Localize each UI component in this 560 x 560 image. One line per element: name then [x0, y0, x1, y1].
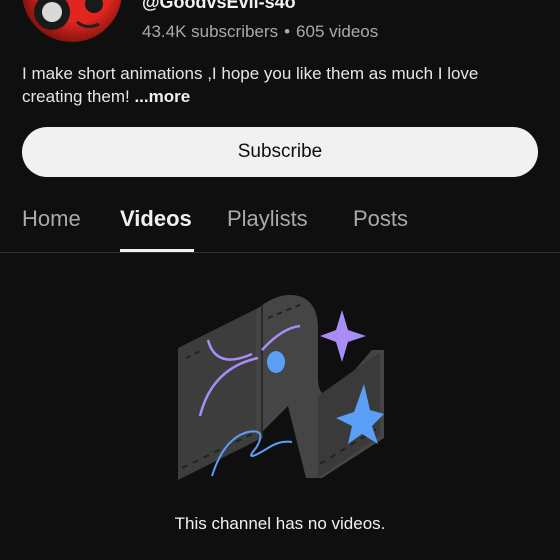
active-tab-indicator [120, 249, 194, 252]
empty-video-illustration [178, 294, 384, 480]
tab-playlists[interactable]: Playlists [227, 206, 308, 232]
channel-handle: @GoodvsEvil-s4o [142, 0, 296, 12]
channel-avatar[interactable] [22, 0, 122, 42]
subscriber-count: 43.4K subscribers [142, 22, 279, 41]
channel-tabs: Home Videos Playlists Posts [0, 196, 560, 253]
more-link[interactable]: ...more [134, 87, 190, 106]
avatar-art [34, 0, 103, 30]
empty-state-message: This channel has no videos. [174, 514, 386, 533]
channel-description[interactable]: I make short animations ,I hope you like… [22, 62, 532, 108]
tab-home[interactable]: Home [22, 206, 81, 232]
tab-videos[interactable]: Videos [120, 206, 192, 232]
stats-separator: • [284, 22, 291, 41]
description-text: I make short animations ,I hope you like… [22, 64, 479, 106]
tab-posts[interactable]: Posts [353, 206, 408, 232]
subscribe-button[interactable]: Subscribe [22, 127, 538, 177]
channel-stats: 43.4K subscribers • 605 videos [142, 22, 378, 42]
video-count: 605 videos [296, 22, 379, 41]
